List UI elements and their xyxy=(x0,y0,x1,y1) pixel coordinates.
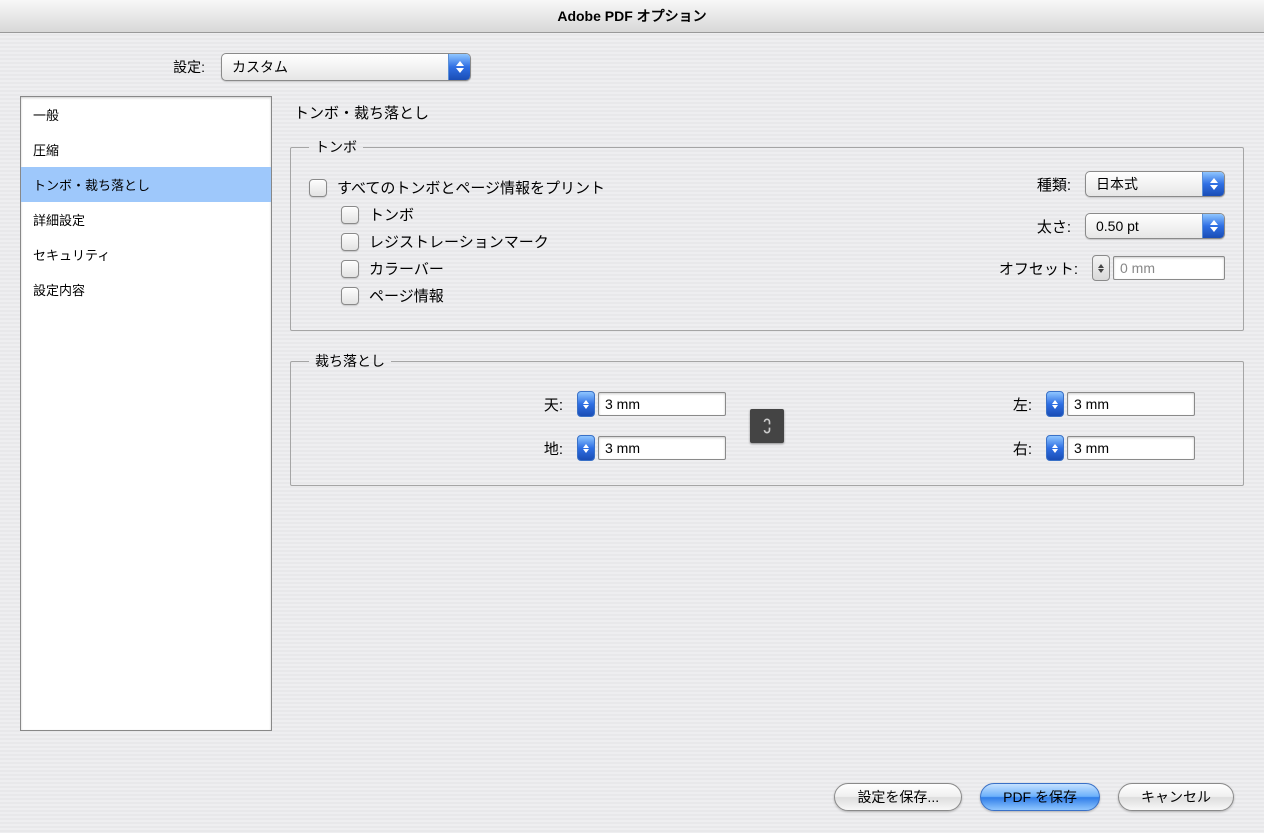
sidebar-item-security[interactable]: セキュリティ xyxy=(21,237,271,272)
mark-kind-label: 種類: xyxy=(1037,174,1071,195)
dialog-footer: 設定を保存... PDF を保存 キャンセル xyxy=(834,783,1234,811)
bleed-top-input[interactable] xyxy=(577,391,726,417)
bleed-right-input[interactable] xyxy=(1046,435,1195,461)
sidebar-item-general[interactable]: 一般 xyxy=(21,97,271,132)
bleed-left-input[interactable] xyxy=(1046,391,1195,417)
sidebar-item-marks-bleed[interactable]: トンボ・裁ち落とし xyxy=(21,167,271,202)
category-sidebar: 一般 圧縮 トンボ・裁ち落とし 詳細設定 セキュリティ 設定内容 xyxy=(20,96,272,731)
bleed-top-field[interactable] xyxy=(598,392,726,416)
sidebar-item-compression[interactable]: 圧縮 xyxy=(21,132,271,167)
window-titlebar: Adobe PDF オプション xyxy=(0,0,1264,33)
bleed-top-label: 天: xyxy=(544,394,563,415)
stepper-icon[interactable] xyxy=(1046,435,1064,461)
mark-kind-select[interactable]: 日本式 xyxy=(1085,171,1225,197)
mark-weight-select[interactable]: 0.50 pt xyxy=(1085,213,1225,239)
bleed-bottom-input[interactable] xyxy=(577,435,726,461)
stepper-icon[interactable] xyxy=(1046,391,1064,417)
print-all-marks-label: すべてのトンボとページ情報をプリント xyxy=(337,177,605,198)
page-info-row: ページ情報 xyxy=(341,285,1225,306)
registration-marks-label: レジストレーションマーク xyxy=(369,231,549,252)
bleed-left-label: 左: xyxy=(1013,394,1032,415)
stepper-icon[interactable] xyxy=(577,391,595,417)
mark-kind-value: 日本式 xyxy=(1086,174,1202,194)
mark-weight-value: 0.50 pt xyxy=(1086,218,1202,234)
mark-weight-label: 太さ: xyxy=(1037,216,1071,237)
bleed-right-label: 右: xyxy=(1013,438,1032,459)
bleed-left-field[interactable] xyxy=(1067,392,1195,416)
stepper-icon[interactable] xyxy=(1092,255,1110,281)
color-bars-checkbox[interactable] xyxy=(341,260,359,278)
settings-preset-value: カスタム xyxy=(222,57,448,77)
bleed-bottom-field[interactable] xyxy=(598,436,726,460)
window-title: Adobe PDF オプション xyxy=(557,6,706,26)
settings-preset-select[interactable]: カスタム xyxy=(221,53,471,81)
mark-offset-field[interactable] xyxy=(1113,256,1225,280)
color-bars-label: カラーバー xyxy=(369,258,444,279)
settings-row: 設定: カスタム xyxy=(0,33,1264,96)
trim-marks-options: 種類: 日本式 太さ: 0.50 pt オフセット: xyxy=(999,171,1225,281)
page-info-checkbox[interactable] xyxy=(341,287,359,305)
trim-marks-label: トンボ xyxy=(369,204,414,225)
mark-offset-input[interactable] xyxy=(1092,255,1225,281)
trim-marks-fieldset: トンボ すべてのトンボとページ情報をプリント トンボ レジストレーションマーク … xyxy=(290,137,1244,331)
bleed-fieldset: 裁ち落とし 天: 左: xyxy=(290,351,1244,486)
cancel-button[interactable]: キャンセル xyxy=(1118,783,1234,811)
sidebar-item-advanced[interactable]: 詳細設定 xyxy=(21,202,271,237)
dropdown-arrows-icon xyxy=(448,54,470,80)
sidebar-item-summary[interactable]: 設定内容 xyxy=(21,272,271,307)
print-all-marks-checkbox[interactable] xyxy=(309,179,327,197)
bleed-right-field[interactable] xyxy=(1067,436,1195,460)
trim-marks-legend: トンボ xyxy=(309,137,363,157)
dropdown-arrows-icon xyxy=(1202,172,1224,196)
registration-marks-checkbox[interactable] xyxy=(341,233,359,251)
mark-offset-label: オフセット: xyxy=(999,258,1078,279)
bleed-legend: 裁ち落とし xyxy=(309,351,391,371)
stepper-icon[interactable] xyxy=(577,435,595,461)
link-bleed-icon[interactable] xyxy=(750,409,784,443)
page-info-label: ページ情報 xyxy=(369,285,444,306)
save-pdf-button[interactable]: PDF を保存 xyxy=(980,783,1100,811)
trim-marks-checkbox[interactable] xyxy=(341,206,359,224)
save-settings-button[interactable]: 設定を保存... xyxy=(834,783,962,811)
settings-label: 設定: xyxy=(0,57,205,77)
bleed-bottom-label: 地: xyxy=(544,438,563,459)
section-title: トンボ・裁ち落とし xyxy=(290,102,1244,123)
dropdown-arrows-icon xyxy=(1202,214,1224,238)
